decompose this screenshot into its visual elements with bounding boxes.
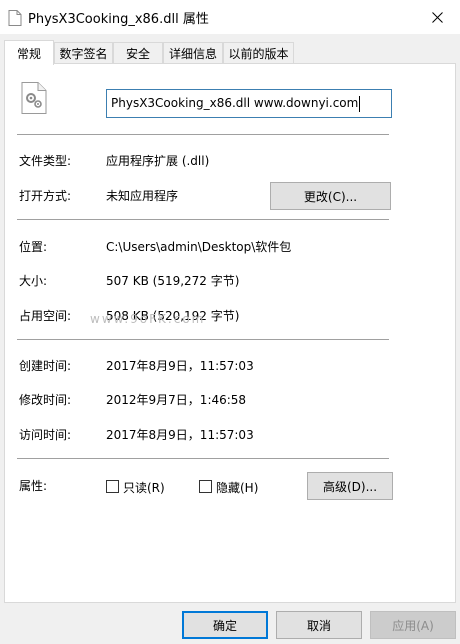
cancel-button[interactable]: 取消 <box>276 611 362 639</box>
hidden-label[interactable]: 隐藏(H) <box>216 479 258 496</box>
size-value: 507 KB (519,272 字节) <box>106 274 240 288</box>
apply-button[interactable]: 应用(A) <box>370 611 456 639</box>
created-label: 创建时间: <box>19 359 72 373</box>
open-with-value: 未知应用程序 <box>106 189 179 203</box>
size-label: 大小: <box>19 274 48 288</box>
change-button[interactable]: 更改(C)... <box>270 182 391 210</box>
readonly-label[interactable]: 只读(R) <box>123 479 165 496</box>
title-bar: PhysX3Cooking_x86.dll 属性 <box>0 0 460 34</box>
accessed-label: 访问时间: <box>19 428 72 442</box>
open-with-label: 打开方式: <box>19 189 72 203</box>
general-panel: PhysX3Cooking_x86.dll www.downyi.com 文件类… <box>4 63 456 603</box>
document-icon <box>8 10 22 26</box>
location-label: 位置: <box>19 240 48 254</box>
size-on-disk-label: 占用空间: <box>19 309 72 323</box>
watermark-text: www.9oFK.com <box>90 312 206 326</box>
file-type-value: 应用程序扩展 (.dll) <box>106 154 210 168</box>
separator <box>17 219 389 220</box>
tab-general[interactable]: 常规 <box>4 40 54 65</box>
accessed-value: 2017年8月9日，11:57:03 <box>106 428 254 442</box>
hidden-checkbox[interactable] <box>199 480 212 493</box>
window-title: PhysX3Cooking_x86.dll 属性 <box>28 12 209 27</box>
tab-details[interactable]: 详细信息 <box>163 42 223 64</box>
close-icon <box>431 11 443 23</box>
advanced-button[interactable]: 高级(D)... <box>307 472 393 500</box>
separator <box>17 134 389 135</box>
tab-security[interactable]: 安全 <box>113 42 163 64</box>
modified-label: 修改时间: <box>19 393 72 407</box>
file-type-label: 文件类型: <box>19 154 72 168</box>
ok-button[interactable]: 确定 <box>182 611 268 639</box>
readonly-checkbox[interactable] <box>106 480 119 493</box>
attributes-label: 属性: <box>19 479 48 493</box>
text-caret <box>359 95 361 112</box>
dll-file-gear-icon <box>21 82 47 114</box>
created-value: 2017年8月9日，11:57:03 <box>106 359 254 373</box>
tab-previous-versions[interactable]: 以前的版本 <box>223 42 294 64</box>
tab-strip: 常规 数字签名 安全 详细信息 以前的版本 <box>4 40 456 65</box>
location-value: C:\Users\admin\Desktop\软件包 <box>106 240 292 254</box>
separator <box>17 339 389 340</box>
modified-value: 2012年9月7日，1:46:58 <box>106 393 247 407</box>
separator <box>17 458 389 459</box>
tab-digital-signatures[interactable]: 数字签名 <box>54 42 113 64</box>
filename-input[interactable]: PhysX3Cooking_x86.dll www.downyi.com <box>106 89 392 118</box>
filename-text: PhysX3Cooking_x86.dll www.downyi.com <box>111 96 359 110</box>
close-button[interactable] <box>414 0 460 34</box>
